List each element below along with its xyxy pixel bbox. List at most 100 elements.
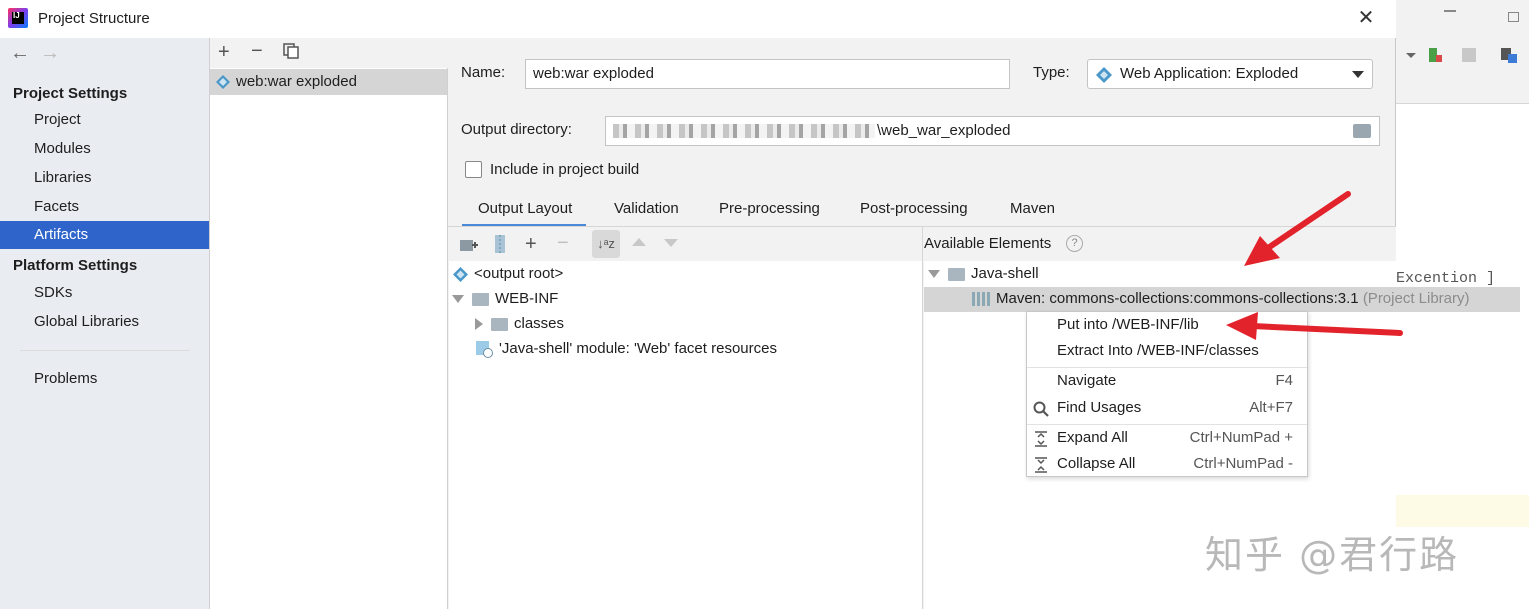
collapse-arrow-icon[interactable]	[475, 318, 483, 331]
dropdown-icon[interactable]	[1404, 48, 1418, 62]
dialog-title: Project Structure	[38, 10, 150, 27]
remove-icon[interactable]: −	[251, 41, 263, 61]
include-in-build-checkbox[interactable]	[465, 161, 482, 178]
intellij-logo-icon: IJ	[8, 8, 28, 28]
close-icon[interactable]: ✕	[1356, 8, 1376, 28]
tree-item-output-root[interactable]: <output root>	[453, 265, 563, 282]
background-highlighted-line	[1396, 495, 1529, 527]
project-structure-icon[interactable]	[1500, 46, 1518, 64]
minimize-icon[interactable]	[1444, 10, 1456, 12]
menu-item-expand-all[interactable]: Expand All Ctrl+NumPad +	[1027, 425, 1307, 451]
tree-item-label: WEB-INF	[495, 290, 559, 307]
tree-item-java-shell-module[interactable]: Java-shell	[928, 265, 1039, 282]
redacted-path	[613, 124, 875, 139]
name-input[interactable]: web:war exploded	[525, 59, 1010, 89]
artifact-icon	[216, 75, 230, 89]
tree-item-maven-library[interactable]: Maven: commons-collections:commons-colle…	[972, 290, 1470, 307]
tab-validation[interactable]: Validation	[614, 200, 679, 217]
back-arrow-icon[interactable]: ←	[10, 42, 30, 65]
output-layout-toolbar: + − ↓ᵃz	[449, 227, 922, 261]
menu-item-label: Put into /WEB-INF/lib	[1057, 316, 1199, 333]
project-structure-dialog: IJ Project Structure ✕ ← → Project Setti…	[0, 0, 1520, 609]
include-in-build-label: Include in project build	[490, 161, 640, 178]
type-label: Type:	[1033, 64, 1070, 81]
folder-icon	[472, 292, 489, 306]
create-directory-icon[interactable]	[460, 237, 478, 253]
artifact-item[interactable]: web:war exploded	[210, 69, 447, 95]
available-elements-title: Available Elements	[924, 235, 1052, 252]
sidebar-item-modules[interactable]: Modules	[0, 135, 209, 163]
menu-shortcut: Alt+F7	[1249, 399, 1293, 416]
output-directory-input[interactable]: \web_war_exploded	[605, 116, 1380, 146]
output-directory-label: Output directory:	[461, 121, 572, 138]
type-select-value: Web Application: Exploded	[1120, 65, 1299, 82]
tab-post-processing[interactable]: Post-processing	[860, 200, 968, 217]
create-archive-icon[interactable]	[494, 235, 506, 253]
tree-item-web-inf[interactable]: WEB-INF	[452, 290, 558, 307]
available-elements-header: Available Elements ?	[924, 227, 1396, 261]
name-label: Name:	[461, 64, 506, 81]
tab-output-layout[interactable]: Output Layout	[461, 200, 587, 227]
type-select[interactable]: Web Application: Exploded	[1087, 59, 1373, 89]
menu-item-label: Expand All	[1057, 429, 1128, 446]
context-menu: Put into /WEB-INF/lib Extract Into /WEB-…	[1026, 311, 1308, 477]
sidebar-item-libraries[interactable]: Libraries	[0, 164, 209, 192]
remove-element-icon[interactable]: −	[557, 233, 569, 253]
copy-icon[interactable]	[283, 43, 299, 59]
browse-folder-icon[interactable]	[1353, 124, 1371, 138]
forward-arrow-icon[interactable]: →	[40, 42, 60, 65]
menu-item-navigate[interactable]: Navigate F4	[1027, 368, 1307, 394]
expand-all-icon	[1035, 431, 1047, 447]
move-up-icon[interactable]	[632, 238, 646, 246]
tree-item-web-facet-resources[interactable]: 'Java-shell' module: 'Web' facet resourc…	[476, 340, 777, 358]
tree-item-label: 'Java-shell' module: 'Web' facet resourc…	[499, 340, 777, 357]
artifacts-list-panel: + − web:war exploded	[210, 38, 448, 609]
sidebar-item-project[interactable]: Project	[0, 106, 209, 134]
artifacts-toolbar: + −	[210, 38, 448, 68]
maximize-icon[interactable]	[1508, 12, 1519, 22]
sidebar-item-global-libraries[interactable]: Global Libraries	[0, 308, 209, 336]
debug-icon[interactable]	[1426, 46, 1444, 64]
artifact-icon	[453, 266, 468, 282]
help-icon[interactable]: ?	[1066, 235, 1083, 252]
menu-item-find-usages[interactable]: Find Usages Alt+F7	[1027, 395, 1307, 421]
sidebar-item-sdks[interactable]: SDKs	[0, 279, 209, 307]
add-icon[interactable]: +	[218, 42, 230, 62]
stop-icon[interactable]	[1462, 48, 1476, 62]
web-resources-icon	[476, 340, 493, 358]
move-down-icon[interactable]	[664, 239, 678, 247]
menu-item-label: Collapse All	[1057, 455, 1136, 472]
menu-item-label: Find Usages	[1057, 399, 1142, 416]
tab-maven[interactable]: Maven	[1010, 200, 1055, 217]
expand-arrow-icon[interactable]	[928, 270, 940, 279]
search-icon	[1033, 401, 1049, 417]
menu-shortcut: Ctrl+NumPad +	[1189, 429, 1293, 446]
dialog-titlebar: IJ Project Structure ✕	[0, 0, 1396, 38]
sort-elements-icon[interactable]: ↓ᵃz	[592, 230, 620, 258]
tree-item-classes[interactable]: classes	[475, 315, 564, 332]
tree-item-label: <output root>	[474, 265, 564, 282]
menu-item-label: Navigate	[1057, 372, 1117, 389]
add-copy-icon[interactable]: +	[525, 234, 537, 254]
library-suffix: (Project Library)	[1362, 290, 1470, 307]
tab-pre-processing[interactable]: Pre-processing	[719, 200, 820, 217]
library-icon	[972, 292, 990, 307]
sidebar-item-facets[interactable]: Facets	[0, 193, 209, 221]
sidebar-item-artifacts[interactable]: Artifacts	[0, 221, 209, 249]
library-label: Maven: commons-collections:commons-colle…	[996, 290, 1359, 307]
background-ide-titlebar	[1396, 0, 1529, 36]
menu-item-extract-into-classes[interactable]: Extract Into /WEB-INF/classes	[1027, 338, 1307, 364]
menu-item-collapse-all[interactable]: Collapse All Ctrl+NumPad -	[1027, 451, 1307, 477]
watermark: 知乎 @君行路	[1205, 533, 1460, 577]
chevron-down-icon	[1352, 71, 1364, 78]
background-code-fragment: Excention ]	[1396, 270, 1496, 287]
expand-arrow-icon[interactable]	[452, 295, 464, 304]
artifact-item-label: web:war exploded	[236, 73, 357, 90]
platform-settings-header: Platform Settings	[13, 257, 138, 274]
module-icon	[948, 267, 965, 281]
module-label: Java-shell	[971, 265, 1039, 282]
menu-item-put-into-lib[interactable]: Put into /WEB-INF/lib	[1027, 312, 1307, 338]
folder-icon	[491, 317, 508, 331]
project-settings-header: Project Settings	[13, 85, 128, 102]
sidebar-item-problems[interactable]: Problems	[0, 365, 209, 393]
